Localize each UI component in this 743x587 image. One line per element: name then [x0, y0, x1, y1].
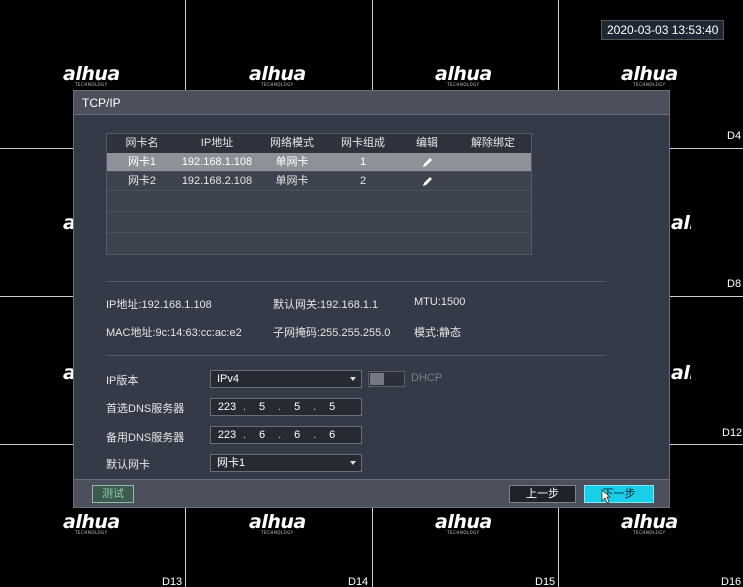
edit-button[interactable] — [399, 153, 455, 171]
table-row-empty — [107, 212, 531, 233]
channel-label: D16 — [721, 576, 742, 587]
divider — [106, 281, 606, 282]
ip-octet[interactable]: 6 — [281, 429, 313, 441]
channel-label: D13 — [162, 576, 183, 587]
divider — [106, 355, 606, 356]
dialog-footer: 测试 上一步 下一步 — [74, 479, 669, 507]
column-header: IP地址 — [200, 137, 234, 149]
ip-version-value: IPv4 — [217, 373, 240, 385]
ip-octet[interactable]: 5 — [281, 401, 313, 413]
dropdown-arrow-icon — [350, 377, 356, 381]
toggle-knob — [370, 373, 384, 385]
channel-label: D14 — [348, 576, 369, 587]
ip-octet[interactable]: 5 — [246, 401, 278, 413]
dhcp-label: DHCP — [411, 372, 443, 384]
table-row[interactable]: 网卡2 192.168.2.108 单网卡 2 — [107, 172, 531, 191]
ip-address-info: IP地址:192.168.1.108 — [106, 299, 212, 311]
mac-address-info: MAC地址:9c:14:63:cc:ac:e2 — [106, 327, 242, 339]
table-row-empty — [107, 191, 531, 212]
default-nic-value: 网卡1 — [217, 457, 246, 469]
channel-label: D8 — [727, 278, 742, 290]
channel-label: D12 — [722, 427, 743, 439]
next-button[interactable]: 下一步 — [584, 485, 654, 503]
brand-logo: alhua TECHNOLOGY — [249, 63, 306, 87]
pencil-icon — [422, 176, 432, 186]
channel-label: D15 — [535, 576, 556, 587]
mtu-info: MTU:1500 — [414, 296, 466, 308]
dhcp-toggle[interactable] — [368, 371, 405, 387]
channel-label: D4 — [727, 130, 742, 142]
unbind-cell — [455, 172, 531, 190]
column-header: 解除绑定 — [471, 137, 515, 149]
default-nic-select[interactable]: 网卡1 — [210, 454, 362, 472]
brand-logo-partial: alhua — [671, 362, 691, 384]
brand-logo: alhua TECHNOLOGY — [621, 63, 678, 87]
nic-mode: 单网卡 — [275, 156, 309, 168]
nic-table: 网卡名 IP地址 网络模式 网卡组成 编辑 解除绑定 网卡1 192.168.1… — [106, 133, 532, 255]
tcpip-dialog: TCP/IP 网卡名 IP地址 网络模式 网卡组成 编辑 解除绑定 网卡1 19… — [73, 90, 670, 508]
nic-group: 1 — [359, 156, 367, 168]
nic-group: 2 — [359, 175, 367, 187]
brand-logo-partial: alhua — [671, 212, 691, 234]
mode-info: 模式:静态 — [414, 327, 462, 339]
nic-name: 网卡2 — [127, 175, 157, 187]
column-header: 编辑 — [416, 137, 438, 149]
nic-mode: 单网卡 — [275, 175, 309, 187]
brand-logo: alhua TECHNOLOGY — [63, 63, 120, 87]
nic-name: 网卡1 — [127, 156, 157, 168]
edit-button[interactable] — [399, 172, 455, 190]
brand-logo: alhua TECHNOLOGY — [435, 63, 492, 87]
brand-logo: alhua TECHNOLOGY — [63, 511, 120, 535]
ip-version-label: IP版本 — [106, 375, 139, 387]
alternate-dns-label: 备用DNS服务器 — [106, 432, 185, 444]
brand-logo: alhua TECHNOLOGY — [435, 511, 492, 535]
ip-version-select[interactable]: IPv4 — [210, 370, 362, 388]
alternate-dns-input[interactable]: 223. 6. 6. 6 — [210, 426, 362, 444]
subnet-mask-info: 子网掩码:255.255.255.0 — [273, 327, 391, 339]
column-header: 网络模式 — [270, 137, 314, 149]
column-header: 网卡组成 — [341, 137, 385, 149]
table-row[interactable]: 网卡1 192.168.1.108 单网卡 1 — [107, 153, 531, 172]
mouse-cursor-icon — [601, 489, 611, 504]
brand-logo: alhua TECHNOLOGY — [621, 511, 678, 535]
previous-button[interactable]: 上一步 — [509, 485, 576, 503]
dialog-title: TCP/IP — [74, 91, 669, 115]
preferred-dns-label: 首选DNS服务器 — [106, 403, 185, 415]
ip-octet[interactable]: 6 — [246, 429, 278, 441]
preferred-dns-input[interactable]: 223. 5. 5. 5 — [210, 398, 362, 416]
ip-octet[interactable]: 6 — [316, 429, 348, 441]
ip-octet[interactable]: 223 — [211, 401, 243, 413]
nic-ip: 192.168.2.108 — [181, 175, 253, 187]
dropdown-arrow-icon — [350, 461, 356, 465]
pencil-icon — [422, 157, 432, 167]
datetime-display: 2020-03-03 13:53:40 — [601, 20, 725, 40]
gateway-info: 默认网关:192.168.1.1 — [273, 299, 379, 311]
nic-ip: 192.168.1.108 — [181, 156, 253, 168]
ip-octet[interactable]: 223 — [211, 429, 243, 441]
table-header: 网卡名 IP地址 网络模式 网卡组成 编辑 解除绑定 — [107, 134, 531, 153]
ip-octet[interactable]: 5 — [316, 401, 348, 413]
unbind-cell — [455, 153, 531, 171]
column-header: 网卡名 — [125, 137, 159, 149]
test-button[interactable]: 测试 — [92, 485, 134, 503]
brand-logo: alhua TECHNOLOGY — [249, 511, 306, 535]
default-nic-label: 默认网卡 — [106, 459, 150, 471]
